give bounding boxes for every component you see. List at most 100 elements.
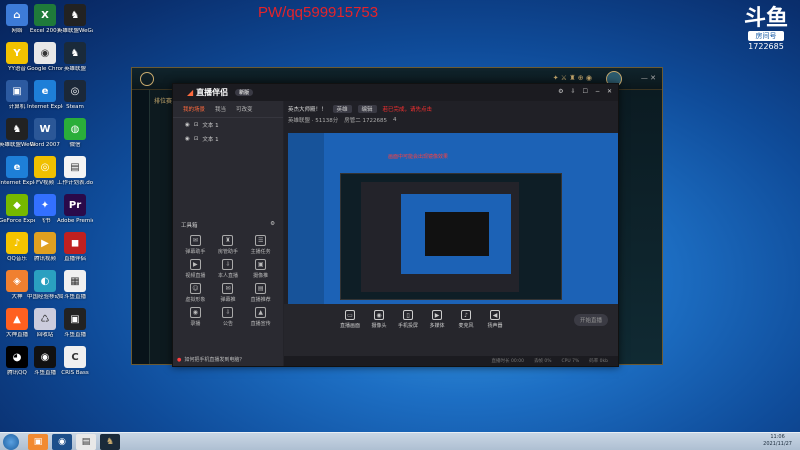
lol-nav-icons: ✦ ⚔ ♜ ⊕ ◉ (552, 74, 592, 82)
status-bar: 直播时长 00:00 丢帧 0% CPU 7% 码率 0kb (284, 356, 618, 366)
source-button-icon: ♪ (461, 310, 471, 320)
desktop-icon-image: ▲ (6, 308, 28, 330)
desktop-icon-image: ♪ (6, 232, 28, 254)
status-item: CPU 7% (561, 358, 580, 364)
room-stat: 4 (393, 117, 397, 123)
nested-app-window (361, 182, 519, 292)
version-badge[interactable]: 新版 (235, 89, 254, 96)
source-buttons: ▭ 直播画面 ◉ 摄像头 ▯ 手机投屏 ▶ 多媒体 ♪ 麦克风 ◀ 扬声器 (340, 310, 505, 329)
tool-label: 摄像推 (253, 273, 269, 279)
desktop-icon-label: CRIS Bass (61, 370, 89, 376)
tool-item[interactable]: ◉ 录播 (179, 307, 212, 327)
start-live-button[interactable]: 开始直播 (574, 314, 608, 326)
desktop-icon-image: Y (6, 42, 28, 64)
start-button[interactable] (3, 434, 19, 450)
tool-label: 录播 (190, 321, 201, 327)
desktop-icon-label: Steam (66, 104, 84, 110)
room-title: 英杰大师殿！！ (288, 107, 327, 113)
desktop-icon[interactable]: ◍ 微信 (57, 118, 93, 149)
desktop-icon-image: ◆ (6, 194, 28, 216)
desktop-icon[interactable]: Pr Adobe Premiere (57, 194, 93, 225)
tray-clock[interactable]: 11:06 2021/11/27 (763, 434, 792, 448)
desktop-icon[interactable]: ♞ 英雄联盟 (57, 42, 93, 73)
source-button-icon: ▭ (345, 310, 355, 320)
tool-label: 主播任务 (250, 249, 271, 255)
live-preview[interactable]: 画面中可能会出现镜像效果 (288, 133, 618, 316)
tool-item[interactable]: ✉ 弹幕推 (212, 283, 245, 303)
tool-item[interactable]: ☰ 主播任务 (244, 235, 277, 255)
preview-desktop-icons (288, 133, 324, 316)
desktop-icon[interactable]: ◎ Steam (57, 80, 93, 111)
douyu-glyph: 斗鱼 (743, 6, 788, 31)
header-control-icon[interactable]: ⚙ (558, 88, 563, 95)
desktop-icon-image: ✦ (34, 194, 56, 216)
source-button[interactable]: ▶ 多媒体 (427, 310, 447, 329)
room-category-tag[interactable]: 英雄 (332, 105, 352, 113)
tool-item[interactable]: ▶ 视频直播 (179, 259, 212, 279)
eye-icon[interactable]: ◉ (185, 136, 190, 142)
toolbox-title: 工具箱 (181, 223, 198, 229)
desktop-icon[interactable]: C CRIS Bass (57, 346, 93, 377)
toolbox-settings-icon[interactable]: ⚙ (270, 221, 275, 229)
desktop-icon[interactable]: ◼ 直播伴侣 (57, 232, 93, 263)
lock-icon[interactable]: ⊡ (194, 136, 199, 142)
header-control-icon[interactable]: − (595, 88, 600, 95)
left-tab[interactable]: 我的场景 (183, 105, 205, 113)
source-button-icon: ▯ (403, 310, 413, 320)
source-button[interactable]: ▯ 手机投屏 (398, 310, 418, 329)
source-button[interactable]: ▭ 直播画面 (340, 310, 360, 329)
preview-notice: 画面中可能会出现镜像效果 (388, 154, 449, 160)
source-button-icon: ◀ (490, 310, 500, 320)
desktop-icon[interactable]: ▤ 工作计划表.docx (57, 156, 93, 187)
tool-item[interactable]: ▲ 直播宣传 (244, 307, 277, 327)
room-label: 房间号 (748, 31, 784, 41)
tool-icon: ▣ (255, 259, 267, 270)
header-control-icon[interactable]: ✕ (607, 88, 612, 95)
tool-icon: ☰ (255, 235, 267, 246)
header-control-icon[interactable]: ☐ (583, 88, 588, 95)
desktop-icon-label: 微信 (69, 142, 81, 148)
left-tabs: 我的场景 我当 可改变 (173, 101, 283, 118)
header-control-icon[interactable]: ⇩ (571, 88, 576, 95)
desktop-icon[interactable]: ▦ 斗鱼直播 (57, 270, 93, 301)
taskbar: ▣ ◉ ▤ ♞ 11:06 2021/11/27 (0, 432, 800, 450)
taskbar-app-icon[interactable]: ▣ (28, 434, 48, 450)
desktop-icon-image: ◎ (64, 80, 86, 102)
lock-icon[interactable]: ⊡ (194, 122, 199, 128)
desktop-icon[interactable]: ♞ 英雄联盟WeGame版 (57, 4, 93, 35)
scene-item[interactable]: ◉ ⊡ 文本 1 (173, 118, 283, 132)
taskbar-app-icon[interactable]: ▤ (76, 434, 96, 450)
tool-item[interactable]: ⇩ 本人直播 (212, 259, 245, 279)
lol-window-controls[interactable]: — ✕ (641, 74, 656, 82)
tool-item[interactable]: ▣ 摄像推 (244, 259, 277, 279)
tool-item[interactable]: ✉ 弹幕助手 (179, 235, 212, 255)
tool-label: 虚拟形象 (185, 297, 206, 303)
scene-label: 文本 1 (202, 123, 219, 129)
source-button[interactable]: ♪ 麦克风 (456, 310, 476, 329)
source-button-label: 扬声器 (487, 323, 503, 329)
desktop-icon-image: ▤ (64, 156, 86, 178)
source-button[interactable]: ◉ 摄像头 (369, 310, 389, 329)
streaming-app-window[interactable]: ◢ 直播伴侣 新版 ⚙ ⇩ ☐ − ✕ 我的场景 我当 可改变 ◉ ⊡ 文本 1 ◉ ⊡ 文本 1 工… (172, 83, 619, 367)
source-button[interactable]: ◀ 扬声器 (485, 310, 505, 329)
phone-live-hint[interactable]: ● 如何把手机直播发到电脑？ (177, 356, 245, 364)
eye-icon[interactable]: ◉ (185, 122, 190, 128)
taskbar-app-icon[interactable]: ◉ (52, 434, 72, 450)
scene-item[interactable]: ◉ ⊡ 文本 1 (173, 132, 283, 146)
tool-item[interactable]: ▤ 直播推荐 (244, 283, 277, 303)
tool-item[interactable]: ☺ 虚拟形象 (179, 283, 212, 303)
phone-live-hint-text: 如何把手机直播发到电脑？ (184, 357, 245, 363)
room-edit-button[interactable]: 编辑 (357, 105, 377, 113)
lol-nav-rank[interactable]: 排位赛 (154, 96, 172, 105)
tool-item[interactable]: ⇩ 公告 (212, 307, 245, 327)
tool-item[interactable]: ♜ 房管助手 (212, 235, 245, 255)
left-tab[interactable]: 我当 (215, 105, 226, 113)
desktop-icon-image: e (6, 156, 28, 178)
left-tab[interactable]: 可改变 (236, 105, 253, 113)
toolbox-grid: ✉ 弹幕助手 ♜ 房管助手 ☰ 主播任务 ▶ 视频直播 ⇩ 本人直播 ▣ 摄像推 ☺ 虚拟形象 ✉ 弹幕推 ▤ 直… (173, 235, 283, 327)
desktop-icon-image: ◐ (34, 270, 56, 292)
taskbar-app-icon[interactable]: ♞ (100, 434, 120, 450)
source-button-label: 摄像头 (371, 323, 387, 329)
desktop-icon-image: ♞ (64, 4, 86, 26)
desktop-icon[interactable]: ▣ 斗鱼直播 (57, 308, 93, 339)
